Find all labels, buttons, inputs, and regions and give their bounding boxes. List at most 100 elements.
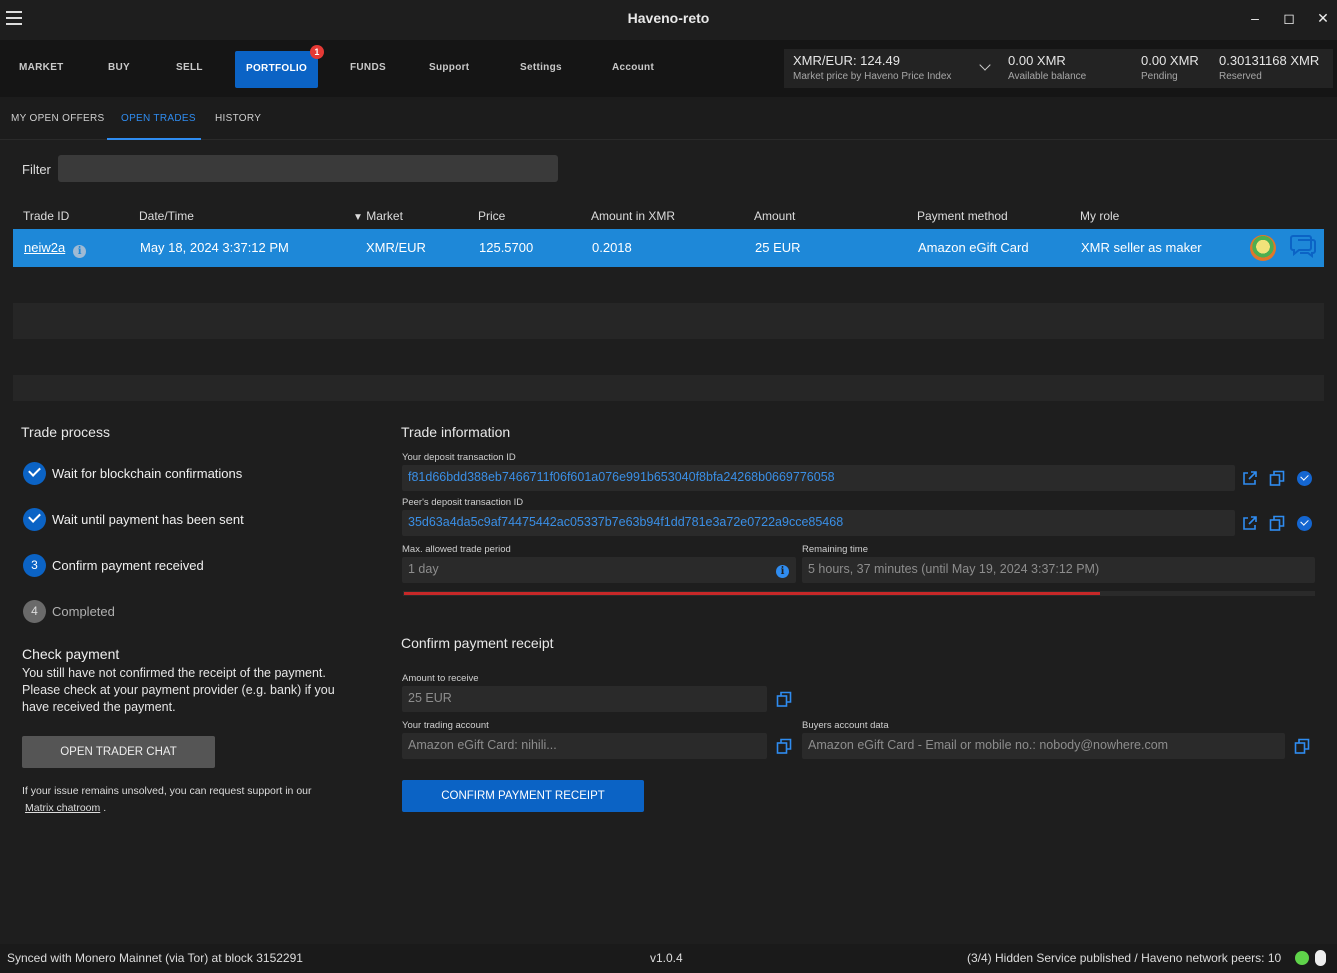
trade-process-title: Trade process	[21, 424, 110, 440]
step-label: Wait until payment has been sent	[52, 512, 244, 527]
pending-balance-value: 0.00 XMR	[1141, 53, 1199, 68]
market-price-value: XMR/EUR: 124.49	[793, 53, 900, 68]
trade-price: 125.5700	[479, 240, 534, 255]
close-icon[interactable]: ✕	[1314, 9, 1332, 27]
support-text-body: If your issue remains unsolved, you can …	[22, 785, 312, 797]
buyer-account-data-field: Amazon eGift Card - Email or mobile no.:…	[802, 733, 1285, 759]
chat-icon[interactable]	[1290, 234, 1316, 258]
column-amount-xmr[interactable]: Amount in XMR	[591, 209, 675, 223]
nav-settings[interactable]: Settings	[520, 62, 562, 73]
step-label: Confirm payment received	[52, 558, 204, 573]
trade-amount-xmr: 0.2018	[592, 240, 632, 255]
table-row-empty	[13, 267, 1324, 303]
network-status: (3/4) Hidden Service published / Haveno …	[967, 951, 1282, 965]
amount-to-receive-label: Amount to receive	[402, 673, 479, 684]
confirmed-check-icon	[1297, 516, 1312, 531]
trade-period-progress-bar	[403, 591, 1315, 596]
reserved-balance-value: 0.30131168 XMR	[1219, 53, 1320, 68]
tab-my-open-offers[interactable]: MY OPEN OFFERS	[11, 113, 104, 124]
deposit-tx-label: Your deposit transaction ID	[402, 452, 516, 463]
column-my-role[interactable]: My role	[1080, 209, 1119, 223]
column-amount[interactable]: Amount	[754, 209, 795, 223]
peer-deposit-tx-field[interactable]: 35d63a4da5c9af74475442ac05337b7e63b94f1d…	[402, 510, 1235, 536]
peer-deposit-tx-label: Peer's deposit transaction ID	[402, 497, 524, 508]
column-market-label: Market	[366, 209, 403, 223]
confirm-receipt-title: Confirm payment receipt	[401, 635, 554, 651]
chevron-down-icon[interactable]	[979, 59, 991, 71]
title-bar: Haveno-reto – ◻ ✕	[0, 0, 1337, 38]
nav-market[interactable]: MARKET	[19, 62, 64, 73]
tab-open-trades[interactable]: OPEN TRADES	[121, 113, 196, 124]
check-payment-text: You still have not confirmed the receipt…	[22, 666, 335, 714]
step-label: Wait for blockchain confirmations	[52, 466, 243, 481]
max-trade-period-label: Max. allowed trade period	[402, 544, 511, 555]
deposit-tx-field[interactable]: f81d66bdd388eb7466711f06f601a076e991b653…	[402, 465, 1235, 491]
support-text: If your issue remains unsolved, you can …	[22, 783, 352, 817]
table-row-empty	[13, 375, 1324, 401]
trade-amount: 25 EUR	[755, 240, 801, 255]
open-trader-chat-button[interactable]: OPEN TRADER CHAT	[22, 736, 215, 768]
matrix-chatroom-link[interactable]: Matrix chatroom	[25, 802, 100, 814]
buyer-account-data-label: Buyers account data	[802, 720, 889, 731]
support-text-suffix: .	[103, 802, 107, 814]
info-icon[interactable]: i	[73, 245, 87, 258]
nav-sell[interactable]: SELL	[176, 62, 203, 73]
open-trades-table: Trade ID Date/Time ▼ Market Price Amount…	[13, 203, 1324, 401]
copy-icon[interactable]	[1269, 515, 1285, 531]
market-price-label: Market price by Haveno Price Index	[793, 71, 952, 82]
trade-datetime: May 18, 2024 3:37:12 PM	[140, 240, 289, 255]
column-date-time[interactable]: Date/Time	[139, 209, 194, 223]
open-external-icon[interactable]	[1242, 515, 1258, 531]
column-price[interactable]: Price	[478, 209, 505, 223]
copy-icon[interactable]	[1294, 738, 1310, 754]
nav-portfolio-label: PORTFOLIO	[246, 63, 308, 74]
nav-support[interactable]: Support	[429, 62, 469, 73]
column-payment-method[interactable]: Payment method	[917, 209, 1008, 223]
nav-account[interactable]: Account	[612, 62, 654, 73]
available-balance-label: Available balance	[1008, 71, 1087, 82]
balance-panel: XMR/EUR: 124.49 Market price by Haveno P…	[784, 49, 1333, 88]
step-number: 4	[23, 600, 46, 623]
nav-funds[interactable]: FUNDS	[350, 62, 386, 73]
step-done-icon	[23, 462, 46, 485]
tab-history[interactable]: HISTORY	[215, 113, 261, 124]
amount-to-receive-field: 25 EUR	[402, 686, 767, 712]
nav-portfolio[interactable]: PORTFOLIO 1	[235, 45, 325, 88]
status-bar: Synced with Monero Mainnet (via Tor) at …	[0, 944, 1337, 973]
column-market[interactable]: ▼ Market	[353, 209, 403, 223]
maximize-icon[interactable]: ◻	[1280, 9, 1298, 27]
trade-payment-method: Amazon eGift Card	[918, 240, 1029, 255]
tor-icon	[1315, 950, 1326, 966]
confirm-payment-receipt-button[interactable]: CONFIRM PAYMENT RECEIPT	[402, 780, 644, 812]
filter-input[interactable]	[58, 155, 558, 182]
notification-badge: 1	[310, 45, 325, 59]
remaining-time-label: Remaining time	[802, 544, 868, 555]
version-label: v1.0.4	[650, 951, 683, 965]
column-trade-id[interactable]: Trade ID	[23, 209, 69, 223]
table-row[interactable]: neiw2a i May 18, 2024 3:37:12 PM XMR/EUR …	[13, 229, 1324, 267]
trade-period-progress-fill	[404, 592, 1100, 595]
open-external-icon[interactable]	[1242, 470, 1258, 486]
remaining-time-field: 5 hours, 37 minutes (until May 19, 2024 …	[802, 557, 1315, 583]
table-header: Trade ID Date/Time ▼ Market Price Amount…	[13, 203, 1324, 229]
trade-role: XMR seller as maker	[1081, 240, 1202, 255]
trade-id-link[interactable]: neiw2a i	[24, 240, 87, 258]
minimize-icon[interactable]: –	[1246, 9, 1264, 27]
sync-status: Synced with Monero Mainnet (via Tor) at …	[7, 951, 303, 965]
portfolio-tabs: MY OPEN OFFERS OPEN TRADES HISTORY	[0, 97, 1337, 140]
check-payment-title: Check payment	[22, 646, 120, 662]
nav-buy[interactable]: BUY	[108, 62, 130, 73]
confirmed-check-icon	[1297, 471, 1312, 486]
trade-id-text[interactable]: neiw2a	[24, 240, 65, 255]
info-icon[interactable]: i	[776, 565, 789, 578]
max-trade-period-field: 1 day	[402, 557, 796, 583]
available-balance-value: 0.00 XMR	[1008, 53, 1066, 68]
trade-market: XMR/EUR	[366, 240, 426, 255]
trading-account-label: Your trading account	[402, 720, 489, 731]
copy-icon[interactable]	[776, 738, 792, 754]
copy-icon[interactable]	[1269, 470, 1285, 486]
market-price-selector[interactable]: XMR/EUR: 124.49 Market price by Haveno P…	[793, 53, 991, 82]
peer-avatar-icon[interactable]	[1250, 235, 1276, 261]
copy-icon[interactable]	[776, 691, 792, 707]
reserved-balance-label: Reserved	[1219, 71, 1262, 82]
